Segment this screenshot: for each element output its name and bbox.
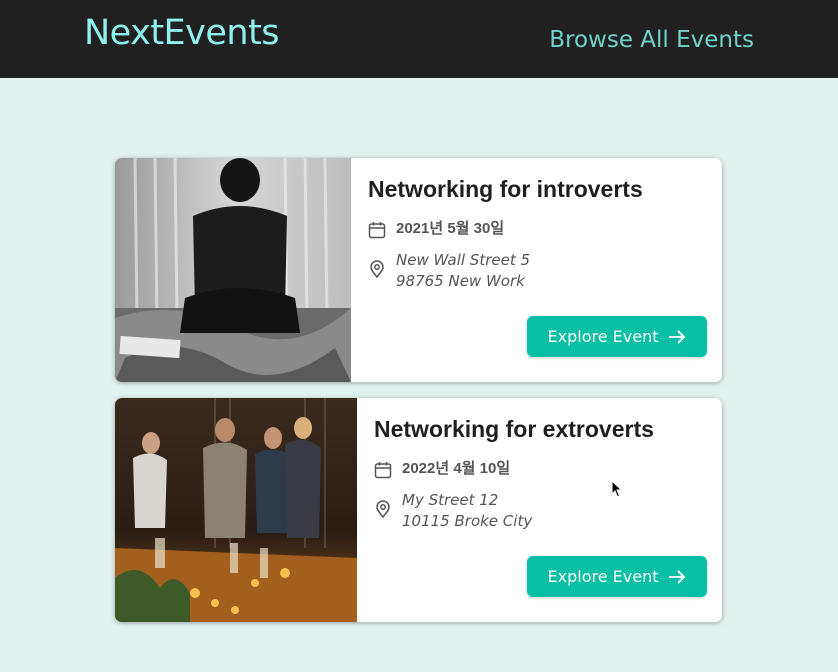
explore-event-label: Explore Event: [547, 327, 659, 346]
explore-event-button[interactable]: Explore Event: [527, 556, 707, 597]
event-date-text: 2021년 5월 30일: [396, 220, 505, 237]
location-pin-icon: [370, 260, 384, 278]
event-date: 2021년 5월 30일: [368, 219, 504, 239]
event-image: [115, 398, 357, 622]
explore-event-label: Explore Event: [547, 567, 659, 586]
arrow-right-icon: [669, 569, 686, 584]
event-card: Networking for introverts 2021년 5월 30일 N…: [115, 158, 722, 382]
calendar-icon: [374, 462, 392, 479]
event-address-line1: My Street 12: [402, 491, 499, 509]
event-date-text: 2022년 4월 10일: [402, 460, 511, 477]
event-title: Networking for introverts: [368, 176, 643, 202]
calendar-icon: [368, 222, 386, 239]
event-address-line2: 98765 New Work: [396, 272, 525, 290]
event-address-line1: New Wall Street 5: [396, 251, 531, 269]
event-title: Networking for extroverts: [374, 416, 654, 442]
event-address-line2: 10115 Broke City: [402, 512, 533, 530]
mouse-cursor-icon: [611, 480, 623, 498]
site-logo[interactable]: NextEvents: [84, 13, 280, 53]
event-card: Networking for extroverts 2022년 4월 10일 M…: [115, 398, 722, 622]
event-address: My Street 12 10115 Broke City: [374, 490, 532, 532]
event-details: Networking for extroverts 2022년 4월 10일 M…: [374, 398, 722, 622]
arrow-right-icon: [669, 329, 686, 344]
event-details: Networking for introverts 2021년 5월 30일 N…: [368, 158, 722, 382]
event-date: 2022년 4월 10일: [374, 459, 510, 479]
explore-event-button[interactable]: Explore Event: [527, 316, 707, 357]
event-image: [115, 158, 351, 382]
event-address: New Wall Street 5 98765 New Work: [368, 250, 530, 292]
site-header: NextEvents Browse All Events: [0, 0, 838, 78]
browse-all-events-link[interactable]: Browse All Events: [549, 27, 754, 53]
location-pin-icon: [376, 500, 390, 518]
